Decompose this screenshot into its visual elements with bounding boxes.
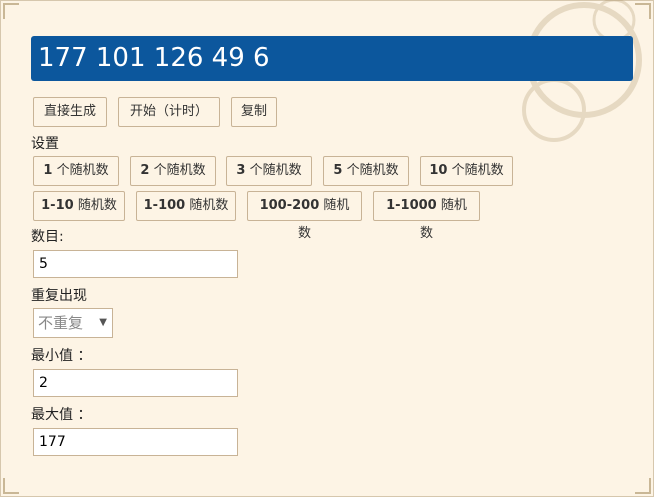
count-label: 数目:: [31, 229, 64, 245]
generate-button[interactable]: 直接生成: [33, 97, 107, 127]
preset-10-random-button[interactable]: 10 个随机数: [420, 156, 513, 186]
corner-ornament: [635, 478, 651, 494]
settings-heading: 设置: [31, 136, 59, 152]
repeat-select-value: 不重复: [38, 314, 84, 332]
copy-button[interactable]: 复制: [231, 97, 277, 127]
preset-5-random-button[interactable]: 5 个随机数: [323, 156, 409, 186]
range-1-1000-button[interactable]: 1-1000 随机数: [373, 191, 480, 241]
min-input[interactable]: [33, 369, 238, 397]
chevron-down-icon: ▼: [99, 317, 107, 328]
range-1-100-button[interactable]: 1-100 随机数: [136, 191, 236, 221]
min-label: 最小值 ：: [31, 348, 92, 364]
repeat-select[interactable]: 不重复 ▼: [33, 308, 113, 338]
preset-2-random-button[interactable]: 2 个随机数: [130, 156, 216, 186]
max-input[interactable]: [33, 428, 238, 456]
count-input[interactable]: [33, 250, 238, 278]
range-100-200-button[interactable]: 100-200 随机数: [247, 191, 362, 241]
repeat-label: 重复出现: [31, 288, 87, 304]
start-timer-button[interactable]: 开始（计时）: [118, 97, 220, 127]
corner-ornament: [3, 3, 19, 19]
corner-ornament: [3, 478, 19, 494]
preset-3-random-button[interactable]: 3 个随机数: [226, 156, 312, 186]
range-1-10-button[interactable]: 1-10 随机数: [33, 191, 125, 221]
preset-1-random-button[interactable]: 1 个随机数: [33, 156, 119, 186]
result-display: 177 101 126 49 6: [31, 36, 633, 81]
max-label: 最大值 ：: [31, 407, 92, 423]
